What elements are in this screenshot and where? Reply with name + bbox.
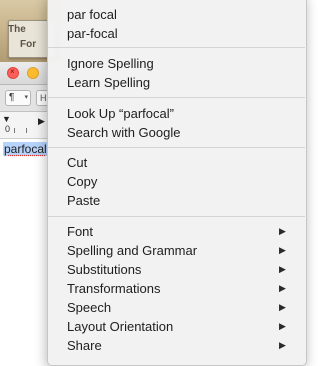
menu-item-label: Look Up “parfocal” (67, 106, 174, 121)
menu-separator (48, 147, 305, 148)
paragraph-style-button[interactable]: ¶ ▾ (5, 90, 31, 106)
paragraph-icon: ¶ (9, 92, 15, 103)
menu-item-share[interactable]: Share ▶ (48, 336, 296, 355)
minimize-window-button[interactable] (27, 67, 39, 79)
menu-item-suggestion-par-focal[interactable]: par focal (48, 5, 296, 24)
menu-item-font[interactable]: Font ▶ (48, 222, 296, 241)
menu-item-layout-orientation[interactable]: Layout Orientation ▶ (48, 317, 296, 336)
menu-item-label: Paste (67, 193, 101, 208)
triangle-right-icon: ▶ (279, 302, 286, 312)
tab-stop-icon[interactable]: ▶ (38, 116, 45, 127)
menu-item-label: Spelling and Grammar (67, 243, 198, 258)
menu-item-cut[interactable]: Cut (48, 153, 296, 172)
menu-item-label: Copy (67, 174, 98, 189)
menu-item-paste[interactable]: Paste (48, 191, 296, 210)
misspelled-selected-word[interactable]: parfocal (3, 142, 48, 156)
triangle-right-icon: ▶ (279, 245, 286, 255)
menu-item-label: Search with Google (67, 125, 181, 140)
triangle-right-icon: ▶ (279, 340, 286, 350)
ruler-zero-label: 0 (5, 124, 11, 134)
menu-item-label: Cut (67, 155, 88, 170)
menu-item-label: Ignore Spelling (67, 56, 154, 71)
menu-item-suggestion-par-hyphen-focal[interactable]: par-focal (48, 24, 296, 43)
menu-item-label: Learn Spelling (67, 75, 151, 90)
menu-item-copy[interactable]: Copy (48, 172, 296, 191)
ruler-tick (14, 128, 15, 133)
menu-separator (48, 97, 305, 98)
menu-item-label: par focal (67, 7, 117, 22)
chevron-down-icon: ▾ (24, 94, 28, 101)
triangle-right-icon: ▶ (279, 264, 286, 274)
left-indent-marker-icon[interactable]: ▼ (2, 115, 11, 124)
menu-item-speech[interactable]: Speech ▶ (48, 298, 296, 317)
menu-item-substitutions[interactable]: Substitutions ▶ (48, 260, 296, 279)
menu-separator (48, 47, 305, 48)
close-icon: × (10, 67, 15, 76)
menu-item-transformations[interactable]: Transformations ▶ (48, 279, 296, 298)
triangle-right-icon: ▶ (279, 283, 286, 293)
triangle-right-icon: ▶ (279, 226, 286, 236)
menu-item-label: Share (67, 338, 102, 353)
context-menu: par focal par-focal Ignore Spelling Lear… (47, 0, 307, 366)
thumbnail-text-line-1: The (8, 24, 26, 35)
menu-item-label: Transformations (67, 281, 161, 296)
menu-item-spelling-and-grammar[interactable]: Spelling and Grammar ▶ (48, 241, 296, 260)
menu-item-label: Font (67, 224, 94, 239)
menu-item-search-with-google[interactable]: Search with Google (48, 123, 296, 142)
menu-item-learn-spelling[interactable]: Learn Spelling (48, 73, 296, 92)
menu-separator (48, 216, 305, 217)
thumbnail-text-line-2: For (20, 39, 37, 50)
menu-item-label: Speech (67, 300, 112, 315)
menu-item-label: par-focal (67, 26, 118, 41)
font-family-label: H (40, 93, 47, 103)
menu-item-look-up[interactable]: Look Up “parfocal” (48, 104, 296, 123)
triangle-right-icon: ▶ (279, 321, 286, 331)
menu-item-label: Substitutions (67, 262, 142, 277)
close-window-button[interactable]: × (7, 67, 19, 79)
menu-item-ignore-spelling[interactable]: Ignore Spelling (48, 54, 296, 73)
ruler-tick (26, 128, 27, 133)
menu-item-label: Layout Orientation (67, 319, 174, 334)
